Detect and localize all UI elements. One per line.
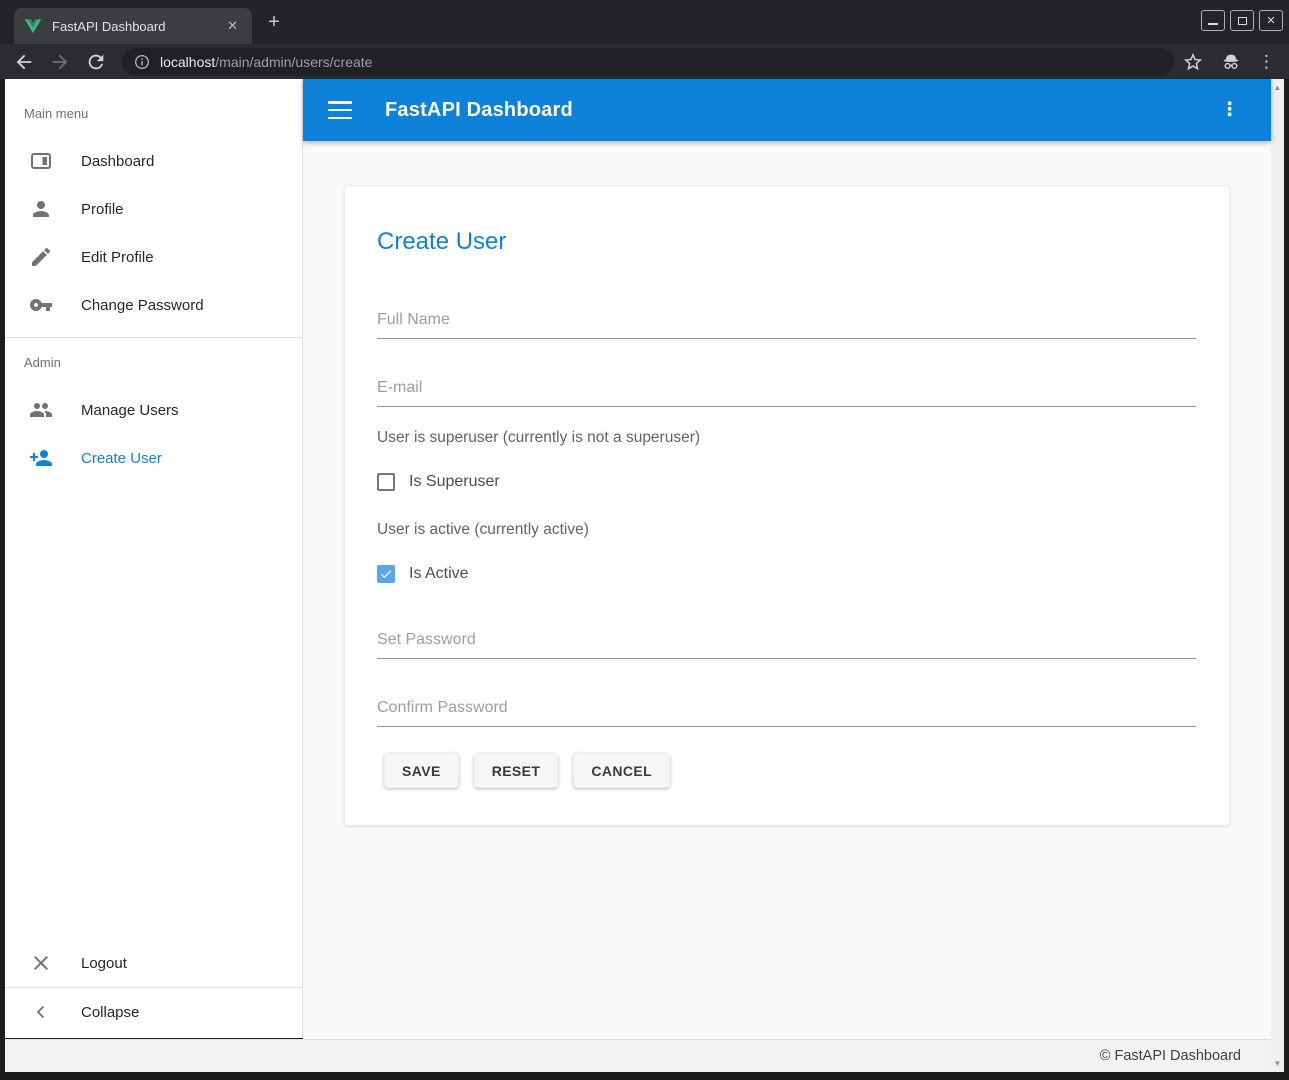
- checkbox-label: Is Active: [409, 565, 469, 583]
- is-active-checkbox[interactable]: [377, 565, 395, 583]
- sidebar-item-label: Dashboard: [81, 153, 154, 170]
- reset-button[interactable]: RESET: [474, 753, 559, 788]
- input-underline: [377, 658, 1196, 659]
- page-scrollbar[interactable]: ▲ ▼: [1271, 79, 1284, 1072]
- minimize-icon: [1208, 23, 1218, 25]
- window-controls: ✕: [1201, 10, 1283, 31]
- minimize-button[interactable]: [1201, 10, 1225, 31]
- toolbar-right: ⋮: [1182, 51, 1270, 73]
- url-host: localhost: [160, 54, 215, 70]
- sidebar-item-manage-users[interactable]: Manage Users: [5, 386, 303, 434]
- back-button[interactable]: [12, 50, 36, 74]
- pencil-icon: [29, 245, 53, 269]
- sidebar-item-label: Create User: [81, 450, 162, 467]
- maximize-button[interactable]: [1230, 10, 1254, 31]
- is-active-checkbox-row[interactable]: Is Active: [377, 565, 469, 583]
- app-overflow-menu-button[interactable]: ⋮: [1220, 99, 1239, 122]
- tab-strip: FastAPI Dashboard ✕ + ✕: [0, 0, 1289, 44]
- tab-title: FastAPI Dashboard: [52, 19, 223, 34]
- email-field[interactable]: E-mail: [377, 379, 1196, 397]
- app-title: FastAPI Dashboard: [385, 99, 573, 122]
- form-actions: SAVE RESET CANCEL: [384, 753, 670, 788]
- person-add-icon: [29, 446, 53, 470]
- set-password-field[interactable]: Set Password: [377, 631, 1196, 649]
- sidebar-item-label: Edit Profile: [81, 249, 154, 266]
- full-name-placeholder: Full Name: [377, 311, 1196, 329]
- site-info-icon[interactable]: [134, 54, 150, 70]
- email-placeholder: E-mail: [377, 379, 1196, 397]
- sidebar-item-label: Manage Users: [81, 402, 179, 419]
- sidebar-section-admin: Admin: [24, 355, 61, 370]
- close-icon: [29, 951, 53, 975]
- superuser-hint: User is superuser (currently is not a su…: [377, 429, 700, 447]
- chevron-left-icon: [29, 1000, 53, 1024]
- people-icon: [29, 398, 53, 422]
- app-bar: FastAPI Dashboard ⋮: [303, 79, 1271, 141]
- maximize-icon: [1238, 17, 1247, 25]
- sidebar-item-dashboard[interactable]: Dashboard: [5, 137, 303, 185]
- cancel-button[interactable]: CANCEL: [573, 753, 670, 788]
- sidebar-item-profile[interactable]: Profile: [5, 185, 303, 233]
- sidebar-item-label: Logout: [81, 955, 127, 972]
- close-window-button[interactable]: ✕: [1259, 10, 1283, 31]
- input-underline: [377, 726, 1196, 727]
- confirm-password-placeholder: Confirm Password: [377, 699, 1196, 717]
- create-user-card: Create User Full Name E-mail User is sup…: [344, 185, 1230, 826]
- back-arrow-icon: [13, 51, 35, 73]
- url-bar[interactable]: localhost/main/admin/users/create: [122, 48, 1174, 76]
- sidebar-item-label: Profile: [81, 201, 124, 218]
- vue-logo-icon: [24, 17, 42, 35]
- hamburger-menu-button[interactable]: [328, 101, 352, 119]
- tab-close-icon[interactable]: ✕: [223, 16, 242, 36]
- url-path: /main/admin/users/create: [215, 54, 372, 70]
- page-title: Create User: [377, 228, 506, 256]
- hamburger-icon: [328, 101, 352, 104]
- save-button[interactable]: SAVE: [384, 753, 459, 788]
- key-icon: [29, 293, 53, 317]
- is-superuser-checkbox[interactable]: [377, 473, 395, 491]
- sidebar: Main menu Dashboard Profile Edit Profile…: [5, 79, 303, 1038]
- sidebar-divider: [5, 337, 303, 338]
- check-icon: [379, 567, 393, 581]
- reload-icon: [85, 51, 107, 73]
- sidebar-item-logout[interactable]: Logout: [5, 939, 303, 987]
- scroll-up-icon[interactable]: ▲: [1271, 83, 1284, 92]
- incognito-icon: [1220, 51, 1242, 73]
- browser-toolbar: localhost/main/admin/users/create ⋮: [0, 44, 1289, 79]
- new-tab-button[interactable]: +: [262, 12, 286, 34]
- copyright-text: © FastAPI Dashboard: [1100, 1048, 1241, 1064]
- forward-button[interactable]: [48, 50, 72, 74]
- star-icon: [1182, 51, 1204, 73]
- checkbox-label: Is Superuser: [409, 473, 500, 491]
- dashboard-icon: [29, 149, 53, 173]
- sidebar-item-edit-profile[interactable]: Edit Profile: [5, 233, 303, 281]
- set-password-placeholder: Set Password: [377, 631, 1196, 649]
- sidebar-item-label: Collapse: [81, 1004, 139, 1021]
- active-hint: User is active (currently active): [377, 521, 589, 539]
- is-superuser-checkbox-row[interactable]: Is Superuser: [377, 473, 500, 491]
- person-icon: [29, 197, 53, 221]
- browser-menu-button[interactable]: ⋮: [1258, 51, 1270, 73]
- bookmark-button[interactable]: [1182, 51, 1204, 73]
- browser-tab[interactable]: FastAPI Dashboard ✕: [14, 8, 252, 44]
- sidebar-item-change-password[interactable]: Change Password: [5, 281, 303, 329]
- full-name-field[interactable]: Full Name: [377, 311, 1196, 329]
- input-underline: [377, 338, 1196, 339]
- input-underline: [377, 406, 1196, 407]
- scroll-down-icon[interactable]: ▼: [1271, 1059, 1284, 1068]
- confirm-password-field[interactable]: Confirm Password: [377, 699, 1196, 717]
- browser-window: FastAPI Dashboard ✕ + ✕ localhost/main/a…: [0, 0, 1289, 1080]
- page-footer: © FastAPI Dashboard: [5, 1039, 1271, 1072]
- reload-button[interactable]: [84, 50, 108, 74]
- sidebar-item-create-user[interactable]: Create User: [5, 434, 303, 482]
- sidebar-section-main-menu: Main menu: [24, 106, 88, 121]
- forward-arrow-icon: [49, 51, 71, 73]
- sidebar-item-label: Change Password: [81, 297, 204, 314]
- sidebar-item-collapse[interactable]: Collapse: [5, 988, 303, 1036]
